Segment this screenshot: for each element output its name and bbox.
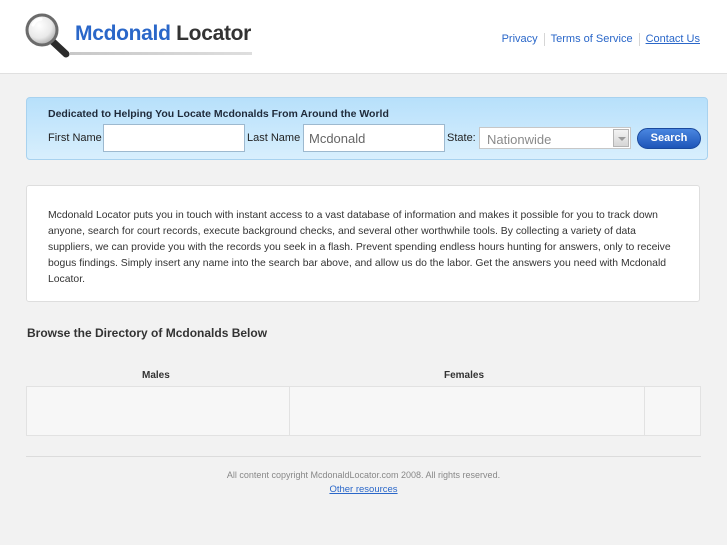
- site-header: Mcdonald Locator Privacy Terms of Service…: [0, 0, 727, 74]
- last-name-input[interactable]: [303, 124, 445, 152]
- state-label: State:: [447, 132, 476, 144]
- directory-table: [26, 386, 701, 436]
- chevron-down-icon[interactable]: [613, 129, 629, 147]
- first-name-input[interactable]: [103, 124, 245, 152]
- magnifier-icon: [25, 13, 70, 58]
- site-logo[interactable]: Mcdonald Locator: [24, 12, 252, 58]
- directory-title: Browse the Directory of Mcdonalds Below: [27, 326, 268, 340]
- top-nav: Privacy Terms of Service Contact Us: [496, 33, 700, 46]
- logo-underline: [70, 52, 252, 55]
- first-name-label: First Name: [48, 132, 102, 144]
- contact-link[interactable]: Contact Us: [638, 33, 700, 46]
- description-text: Mcdonald Locator puts you in touch with …: [48, 210, 671, 285]
- terms-link[interactable]: Terms of Service: [543, 33, 639, 46]
- search-title: Dedicated to Helping You Locate Mcdonald…: [48, 108, 389, 120]
- males-header: Males: [142, 370, 170, 381]
- description-box: Mcdonald Locator puts you in touch with …: [26, 185, 700, 302]
- privacy-link[interactable]: Privacy: [496, 33, 544, 46]
- logo-text: Mcdonald Locator: [75, 22, 251, 46]
- copyright-text: All content copyright McdonaldLocator.co…: [226, 470, 501, 480]
- logo-brand: Mcdonald: [75, 22, 171, 45]
- females-header: Females: [444, 370, 485, 381]
- state-select[interactable]: Nationwide: [479, 127, 631, 149]
- other-resources: Other resources: [0, 484, 727, 495]
- logo-rest: Locator: [170, 22, 252, 45]
- search-button[interactable]: Search: [637, 128, 701, 149]
- other-resources-link[interactable]: Other resources: [329, 484, 397, 495]
- footer-divider: [26, 456, 701, 457]
- search-panel: Dedicated to Helping You Locate Mcdonald…: [26, 97, 708, 160]
- directory-divider: [644, 387, 645, 435]
- state-select-value: Nationwide: [487, 132, 552, 147]
- last-name-label: Last Name: [247, 132, 301, 144]
- directory-divider: [289, 387, 290, 435]
